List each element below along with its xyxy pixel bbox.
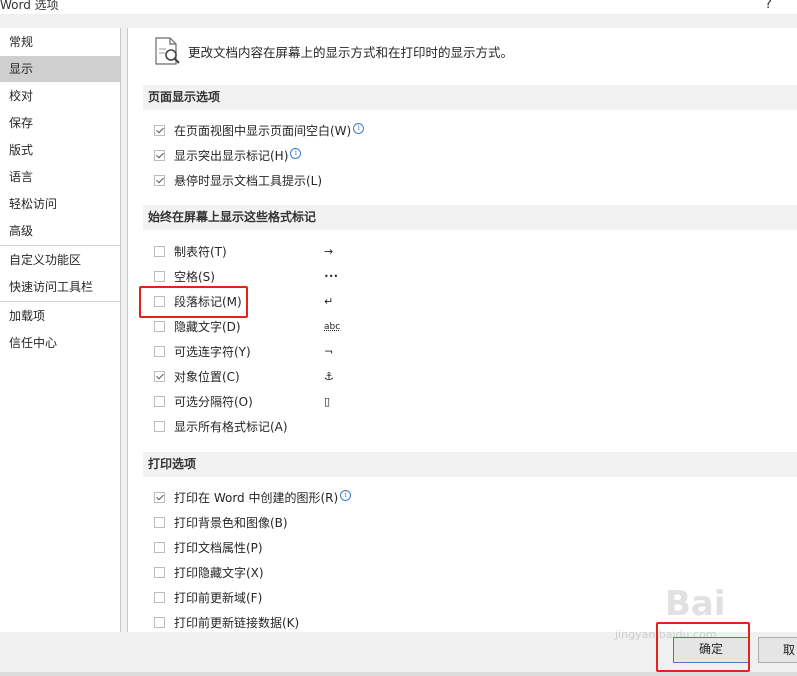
paragraph-marks-highlight (139, 286, 248, 318)
option-label: 对象位置(C) (174, 370, 240, 384)
title-bar: Word 选项 ? (0, 0, 797, 14)
sidebar-item-typography[interactable]: 版式 (0, 137, 120, 163)
sidebar-item-language[interactable]: 语言 (0, 164, 120, 190)
checkbox[interactable] (154, 421, 165, 432)
checkbox[interactable] (154, 567, 165, 578)
checkbox[interactable] (154, 492, 165, 503)
checkbox[interactable] (154, 271, 165, 282)
sidebar-item-advanced[interactable]: 高级 (0, 218, 120, 244)
option-label: 在页面视图中显示页面间空白(W) (174, 124, 352, 138)
checkbox[interactable] (154, 246, 165, 257)
space-mark-icon: ••• (324, 272, 339, 281)
window-title: Word 选项 (0, 0, 59, 12)
option-label: 可选分隔符(O) (174, 395, 253, 409)
option-label: 打印背景色和图像(B) (174, 516, 288, 530)
checkbox[interactable] (154, 346, 165, 357)
checkbox[interactable] (154, 125, 165, 136)
options-content: 更改文档内容在屏幕上的显示方式和在打印时的显示方式。 页面显示选项 在页面视图中… (127, 28, 797, 632)
sidebar-item-customize-ribbon[interactable]: 自定义功能区 (0, 247, 120, 273)
sidebar-item-proofing[interactable]: 校对 (0, 83, 120, 109)
info-icon[interactable]: i (290, 148, 302, 159)
help-button[interactable]: ? (765, 0, 772, 12)
info-icon[interactable]: i (340, 490, 352, 501)
option-label: 打印在 Word 中创建的图形(R) (174, 491, 339, 505)
sidebar-item-trust-center[interactable]: 信任中心 (0, 330, 120, 356)
checkbox[interactable] (154, 150, 165, 161)
checkbox[interactable] (154, 396, 165, 407)
option-label: 悬停时显示文档工具提示(L) (174, 174, 323, 188)
paragraph-mark-icon: ↵ (324, 295, 334, 308)
optional-break-mark-icon: ▯ (324, 395, 331, 408)
ok-button-highlight (656, 622, 750, 672)
checkbox[interactable] (154, 517, 165, 528)
anchor-icon: ⚓ (324, 370, 334, 383)
intro-text: 更改文档内容在屏幕上的显示方式和在打印时的显示方式。 (188, 45, 514, 60)
hidden-text-mark-icon: abc (324, 322, 341, 332)
sidebar-item-general[interactable]: 常规 (0, 29, 120, 55)
info-icon[interactable]: i (353, 123, 365, 134)
checkbox[interactable] (154, 592, 165, 603)
sidebar-item-save[interactable]: 保存 (0, 110, 120, 136)
option-label: 隐藏文字(D) (174, 320, 241, 334)
section-print-options: 打印选项 (143, 452, 797, 477)
sidebar-item-add-ins[interactable]: 加载项 (0, 303, 120, 329)
option-label: 打印前更新链接数据(K) (174, 616, 300, 630)
sidebar-divider (0, 245, 120, 246)
checkbox[interactable] (154, 175, 165, 186)
option-label: 空格(S) (174, 270, 215, 284)
sidebar-item-accessibility[interactable]: 轻松访问 (0, 191, 120, 217)
checkbox[interactable] (154, 321, 165, 332)
sidebar-divider (0, 301, 120, 302)
section-format-marks: 始终在屏幕上显示这些格式标记 (143, 205, 797, 230)
tab-mark-icon: → (324, 245, 334, 258)
cancel-button[interactable]: 取 (758, 637, 797, 663)
checkbox[interactable] (154, 617, 165, 628)
option-label: 制表符(T) (174, 245, 227, 259)
option-label: 显示突出显示标记(H) (174, 149, 289, 163)
hyphen-mark-icon: ¬ (324, 345, 334, 358)
sidebar: 常规 显示 校对 保存 版式 语言 轻松访问 高级 自定义功能区 快速访问工具栏… (0, 28, 121, 632)
sidebar-item-display[interactable]: 显示 (0, 56, 120, 82)
checkbox[interactable] (154, 371, 165, 382)
section-page-display: 页面显示选项 (143, 85, 797, 110)
option-label: 显示所有格式标记(A) (174, 420, 288, 434)
checkbox[interactable] (154, 542, 165, 553)
sidebar-item-quick-access-toolbar[interactable]: 快速访问工具栏 (0, 274, 120, 300)
option-label: 打印前更新域(F) (174, 591, 263, 605)
option-label: 打印文档属性(P) (174, 541, 263, 555)
option-label: 打印隐藏文字(X) (174, 566, 264, 580)
option-label: 可选连字符(Y) (174, 345, 251, 359)
watermark-text: Bai (665, 584, 726, 624)
window-bottom-edge (0, 672, 797, 676)
document-magnifier-icon (155, 37, 180, 65)
